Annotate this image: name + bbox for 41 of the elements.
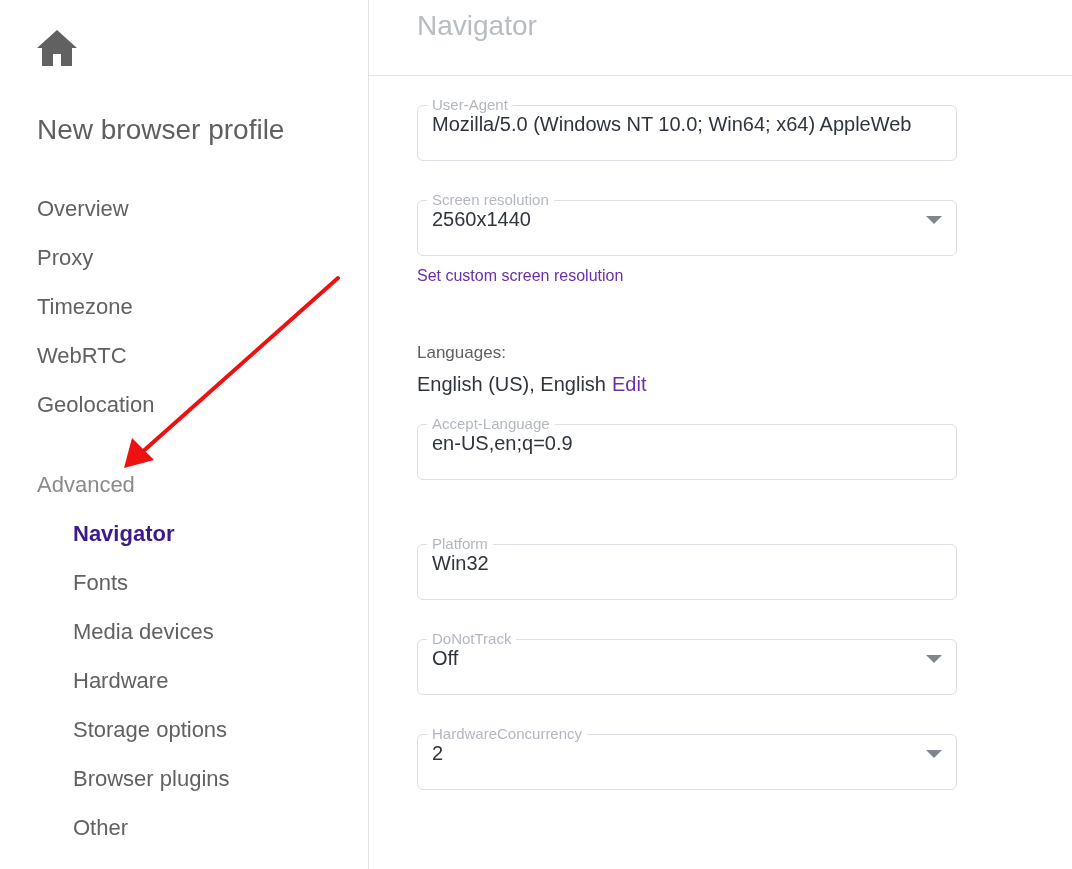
profile-title: New browser profile xyxy=(37,114,286,146)
languages-label: Languages: xyxy=(417,343,507,363)
nav-item[interactable]: Timezone xyxy=(37,293,133,320)
nav-item[interactable]: WebRTC xyxy=(37,342,127,369)
field-label: User-Agent xyxy=(431,97,509,113)
custom-resolution-link[interactable]: Set custom screen resolution xyxy=(417,267,957,285)
field-label: Platform xyxy=(431,536,489,552)
input-field[interactable]: User-Agent Mozilla/5.0 (Windows NT 10.0; Win64; x64) AppleWeb xyxy=(417,97,957,161)
nav-subitem[interactable]: Browser plugins xyxy=(73,765,230,792)
select-field[interactable]: HardwareConcurrency 2 xyxy=(417,726,957,790)
dropdown-caret-icon xyxy=(926,654,942,663)
field-value: en-US,en;q=0.9 xyxy=(432,432,574,455)
field-value: Mozilla/5.0 (Windows NT 10.0; Win64; x64) AppleWeb xyxy=(432,113,913,136)
section-heading: Advanced xyxy=(37,471,135,498)
field-label: HardwareConcurrency xyxy=(431,726,584,742)
languages-value: English (US), English xyxy=(417,373,606,396)
select-field[interactable]: DoNotTrack Off xyxy=(417,631,957,695)
nav-subitem[interactable]: Other xyxy=(73,814,129,841)
field-value: 2 xyxy=(432,742,445,765)
nav-item[interactable]: Geolocation xyxy=(37,391,155,418)
nav-item[interactable]: Proxy xyxy=(37,244,94,271)
edit-link[interactable]: Edit xyxy=(611,373,647,396)
home-icon[interactable] xyxy=(37,30,77,66)
field-value: 2560x1440 xyxy=(432,208,532,231)
field-label: DoNotTrack xyxy=(431,631,513,647)
nav-subitem[interactable]: Fonts xyxy=(73,569,129,596)
field-label: Screen resolution xyxy=(431,192,550,208)
field-value: Win32 xyxy=(432,552,490,575)
dropdown-caret-icon xyxy=(926,749,942,758)
nav-subitem[interactable]: Navigator xyxy=(73,520,175,547)
page-title: Navigator xyxy=(417,10,537,42)
field-label: Accept-Language xyxy=(431,416,551,432)
dropdown-caret-icon xyxy=(926,215,942,224)
nav-subitem[interactable]: Storage options xyxy=(73,716,228,743)
select-field[interactable]: Screen resolution 2560x1440 xyxy=(417,192,957,256)
nav-subitem[interactable]: Hardware xyxy=(73,667,169,694)
input-field[interactable]: Accept-Language en-US,en;q=0.9 xyxy=(417,416,957,480)
nav-subitem[interactable]: Media devices xyxy=(73,618,214,645)
nav-item[interactable]: Overview xyxy=(37,195,129,222)
input-field[interactable]: Platform Win32 xyxy=(417,536,957,600)
field-value: Off xyxy=(432,647,460,670)
